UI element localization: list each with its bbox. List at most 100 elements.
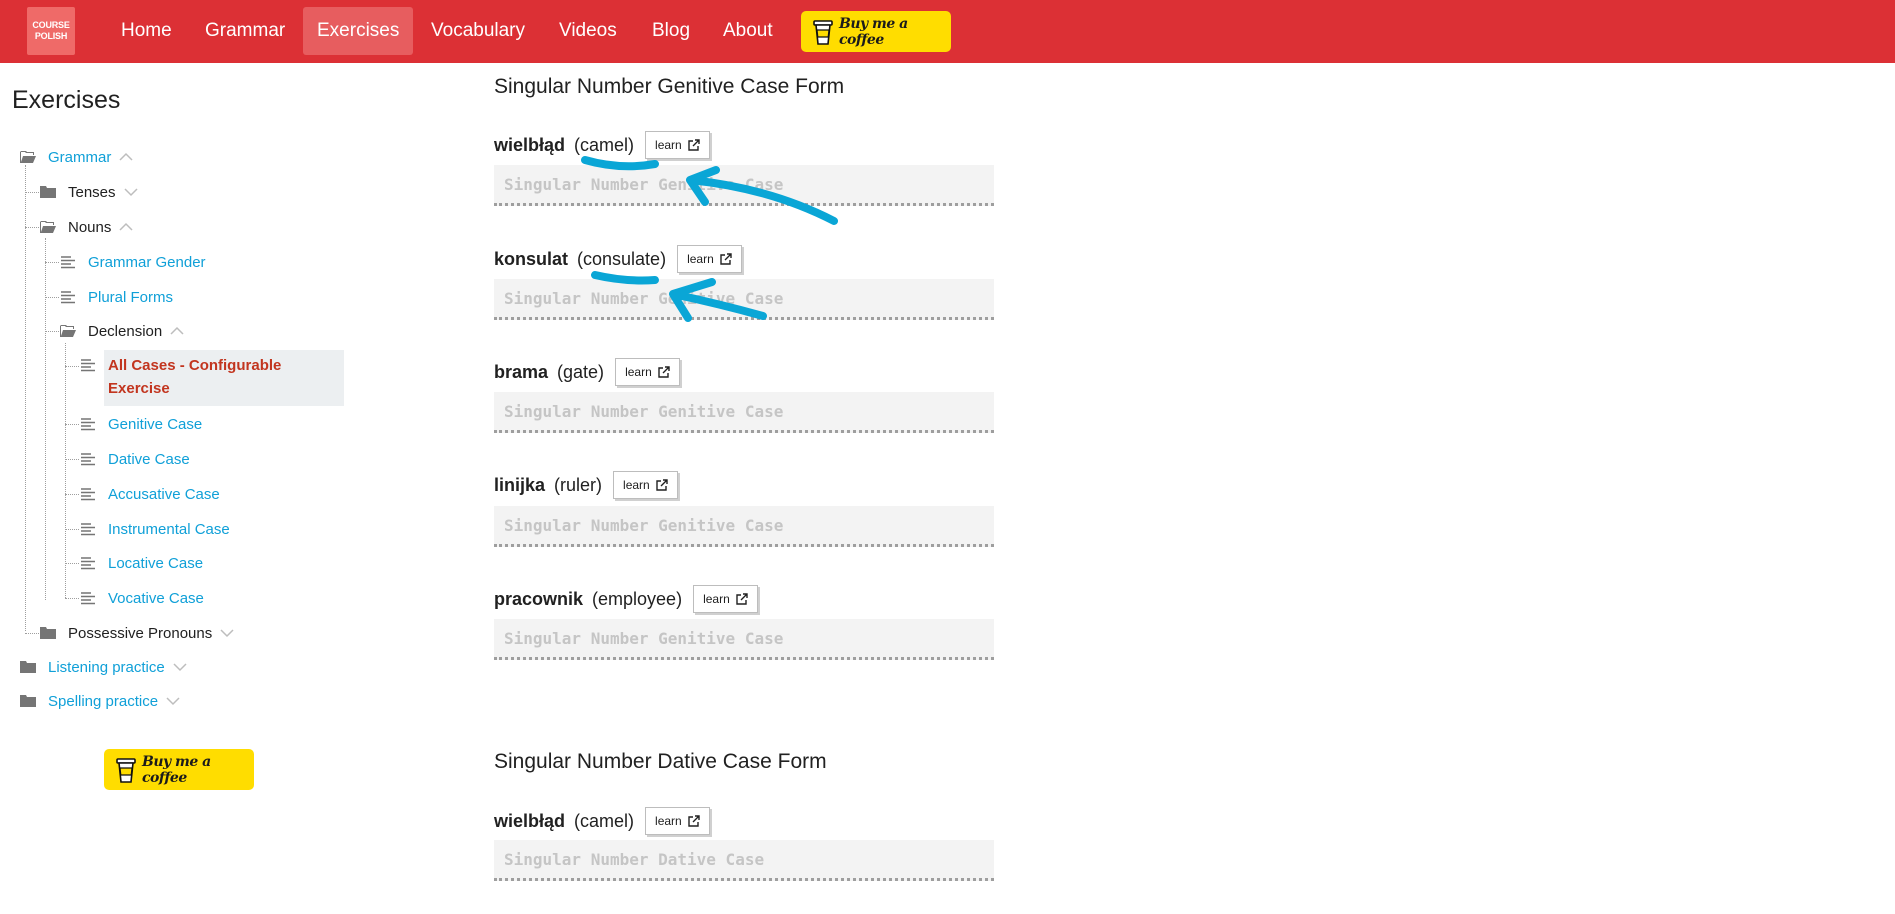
learn-button[interactable]: learn	[677, 245, 742, 273]
external-link-icon	[688, 139, 700, 151]
exercise-item: wielbłąd (camel) learn	[494, 130, 710, 160]
sidebar-item-dative-case[interactable]: Dative Case	[80, 445, 190, 473]
sidebar-item-possessive-pronouns[interactable]: Possessive Pronouns	[40, 619, 234, 647]
polish-word: wielbłąd	[494, 810, 566, 831]
folder-icon	[20, 661, 36, 673]
external-link-icon	[736, 593, 748, 605]
site-logo[interactable]: COURSE POLISH	[27, 7, 75, 55]
exercise-item: wielbłąd (camel) learn	[494, 806, 710, 836]
folder-icon	[40, 627, 56, 639]
sidebar-item-vocative-case[interactable]: Vocative Case	[80, 584, 204, 612]
chevron-up-icon	[170, 326, 184, 335]
coffee-button-label: Buy me a coffee	[839, 15, 908, 48]
learn-label: learn	[655, 814, 682, 828]
text-lines-icon	[81, 592, 95, 605]
nav-blog[interactable]: Blog	[638, 7, 704, 55]
text-lines-icon	[81, 359, 95, 372]
answer-input[interactable]	[494, 165, 994, 206]
learn-label: learn	[623, 478, 650, 492]
tree-guide-line	[65, 366, 79, 367]
sidebar-item-grammar[interactable]: Grammar	[20, 143, 133, 171]
sidebar-buy-me-a-coffee-button[interactable]: Buy me a coffee	[104, 749, 254, 790]
exercise-item: konsulat (consulate) learn	[494, 244, 742, 274]
external-link-icon	[688, 815, 700, 827]
learn-button[interactable]: learn	[693, 585, 758, 613]
text-lines-icon	[81, 488, 95, 501]
exercise-item: linijka (ruler) learn	[494, 470, 678, 500]
learn-label: learn	[625, 365, 652, 379]
handwritten-annotations	[581, 156, 838, 322]
chevron-down-icon	[166, 697, 180, 706]
coffee-button-label: Buy me a coffee	[142, 753, 211, 786]
nav-exercises[interactable]: Exercises	[303, 7, 414, 55]
sidebar-item-label: Declension	[88, 322, 163, 340]
top-navigation-bar: COURSE POLISH Home Grammar Exercises Voc…	[0, 0, 1895, 63]
word-translation: (employee)	[592, 588, 683, 609]
exercise-item: brama (gate) learn	[494, 357, 680, 387]
folder-icon	[40, 186, 56, 198]
sidebar-item-label: Instrumental Case	[108, 520, 230, 538]
sidebar-item-listening-practice[interactable]: Listening practice	[20, 653, 187, 681]
learn-label: learn	[655, 138, 682, 152]
answer-input[interactable]	[494, 619, 994, 660]
tree-guide-line	[45, 331, 59, 332]
sidebar-item-tenses[interactable]: Tenses	[40, 178, 138, 206]
tree-guide-line	[65, 459, 79, 460]
answer-input[interactable]	[494, 506, 994, 547]
text-lines-icon	[81, 418, 95, 431]
answer-input[interactable]	[494, 840, 994, 881]
sidebar-item-accusative-case[interactable]: Accusative Case	[80, 480, 220, 508]
sidebar-item-label: Vocative Case	[108, 589, 204, 607]
sidebar-item-spelling-practice[interactable]: Spelling practice	[20, 687, 180, 715]
sidebar-item-grammar-gender[interactable]: Grammar Gender	[60, 248, 206, 276]
sidebar-item-label: Nouns	[68, 218, 112, 236]
polish-word: pracownik	[494, 588, 584, 609]
coffee-cup-icon	[813, 19, 833, 45]
text-lines-icon	[81, 523, 95, 536]
chevron-down-icon	[124, 188, 138, 197]
sidebar-item-label: Grammar	[48, 148, 112, 166]
word-translation: (camel)	[574, 134, 635, 155]
nav-grammar[interactable]: Grammar	[191, 7, 299, 55]
answer-input[interactable]	[494, 279, 994, 320]
folder-open-icon	[60, 325, 76, 337]
chevron-down-icon	[220, 629, 234, 638]
nav-about[interactable]: About	[709, 7, 787, 55]
tree-guide-line	[65, 598, 79, 599]
text-lines-icon	[81, 557, 95, 570]
sidebar-title: Exercises	[12, 86, 121, 114]
sidebar-item-nouns[interactable]: Nouns	[40, 213, 133, 241]
folder-open-icon	[40, 221, 56, 233]
tree-guide-line	[65, 563, 79, 564]
tree-guide-line	[65, 424, 79, 425]
learn-label: learn	[687, 252, 714, 266]
sidebar-item-label: Plural Forms	[88, 288, 174, 306]
text-lines-icon	[61, 256, 75, 269]
chevron-up-icon	[119, 152, 133, 161]
answer-input[interactable]	[494, 392, 994, 433]
sidebar-item-declension[interactable]: Declension	[60, 317, 184, 345]
sidebar-item-plural-forms[interactable]: Plural Forms	[60, 283, 173, 311]
buy-me-a-coffee-button[interactable]: Buy me a coffee	[801, 11, 951, 52]
nav-videos[interactable]: Videos	[545, 7, 631, 55]
learn-button[interactable]: learn	[615, 358, 680, 386]
sidebar-item-genitive-case[interactable]: Genitive Case	[80, 410, 202, 438]
polish-word: wielbłąd	[494, 134, 566, 155]
sidebar-item-label: Genitive Case	[108, 415, 203, 433]
learn-button[interactable]: learn	[645, 131, 710, 159]
nav-vocabulary[interactable]: Vocabulary	[417, 7, 539, 55]
sidebar-item-locative-case[interactable]: Locative Case	[80, 549, 203, 577]
external-link-icon	[658, 366, 670, 378]
learn-button[interactable]: learn	[613, 471, 678, 499]
sidebar-item-instrumental-case[interactable]: Instrumental Case	[80, 515, 230, 543]
coffee-cup-icon	[116, 757, 136, 783]
section-title-genitive: Singular Number Genitive Case Form	[494, 75, 845, 98]
word-translation: (consulate)	[577, 248, 667, 269]
logo-line-1: COURSE	[32, 20, 70, 30]
learn-button[interactable]: learn	[645, 807, 710, 835]
sidebar-item-label: Tenses	[68, 183, 116, 201]
folder-icon	[20, 695, 36, 707]
nav-home[interactable]: Home	[107, 7, 186, 55]
tree-guide-line	[25, 227, 39, 228]
tree-guide-line	[25, 192, 39, 193]
